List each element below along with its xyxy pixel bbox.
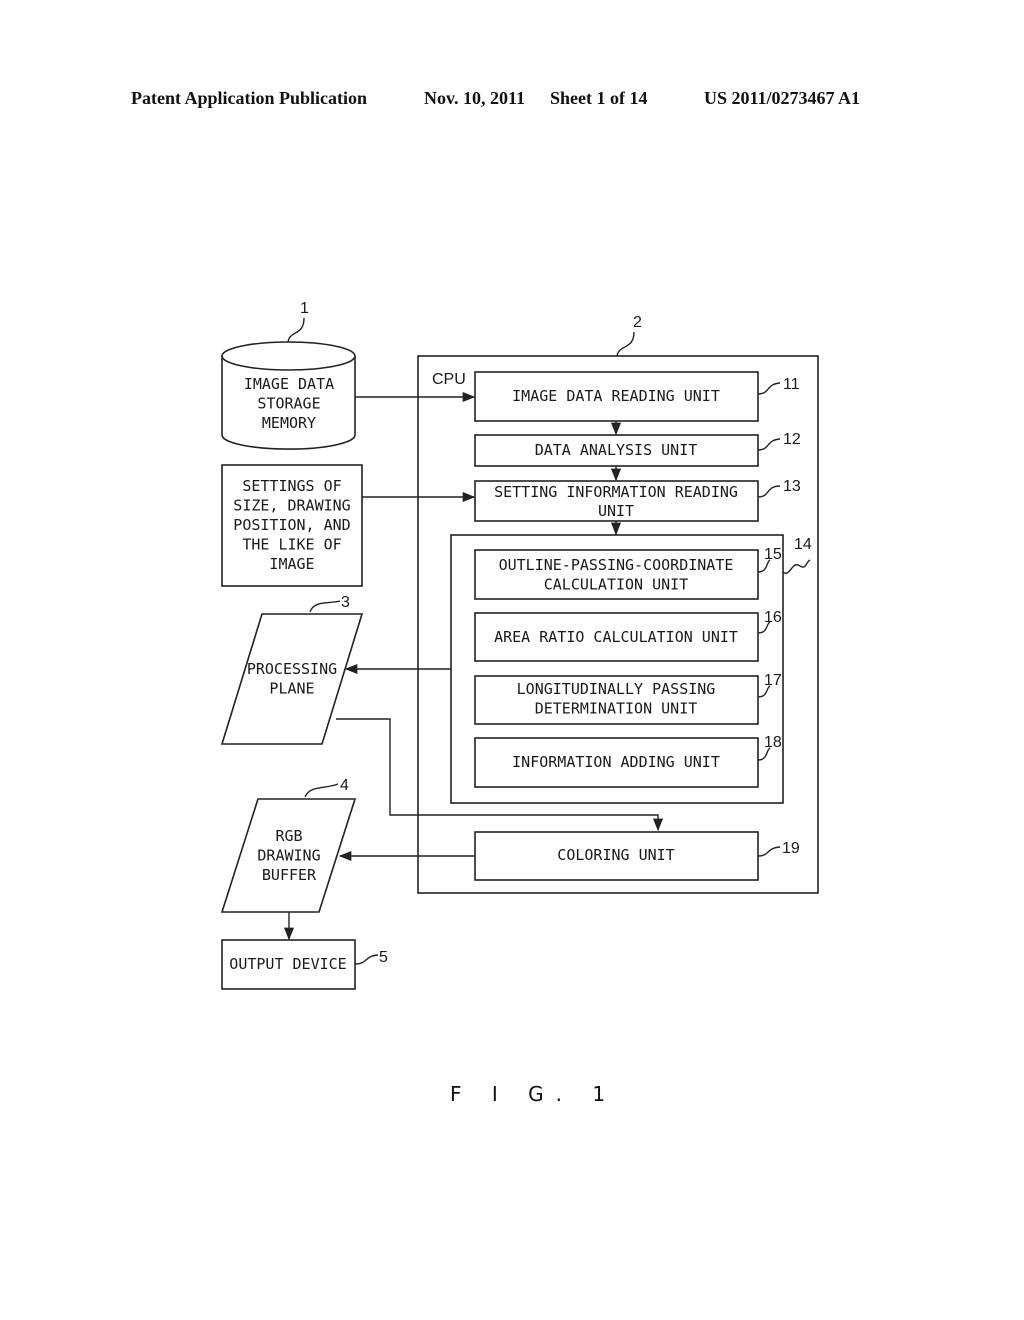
cpu-label: CPU	[432, 371, 466, 388]
ref-14: 14	[794, 536, 812, 553]
ref-3: 3	[341, 594, 350, 611]
processing-plane-label-line: PROCESSING	[247, 660, 337, 678]
outline-unit-label-line: OUTLINE-PASSING-COORDINATE	[499, 556, 734, 574]
rgb-buffer-label-line: DRAWING	[257, 847, 320, 865]
output-device-label-line: OUTPUT DEVICE	[229, 955, 346, 973]
coloring-unit-label-line: COLORING UNIT	[557, 846, 674, 864]
ref-18: 18	[764, 734, 782, 751]
ref-5: 5	[379, 949, 388, 966]
ref-1: 1	[300, 300, 309, 317]
block-diagram: CPU IMAGE DATA STORAGEMEMORY SETTINGS OF S…	[220, 300, 819, 990]
image-data-storage-memory: IMAGE DATA STORAGEMEMORY	[221, 341, 356, 450]
reading-unit-label-line: IMAGE DATA READING UNIT	[512, 387, 720, 405]
outline-unit-label-line: CALCULATION UNIT	[544, 576, 689, 594]
info-adding-unit-label-line: INFORMATION ADDING UNIT	[512, 753, 720, 771]
figure-label: F I G. 1	[450, 1082, 618, 1106]
longitudinal-unit-label-line: DETERMINATION UNIT	[535, 700, 698, 718]
storage-label-line: MEMORY	[262, 414, 316, 432]
storage-label-line: STORAGE	[257, 395, 320, 413]
setting-reading-unit-label-line: UNIT	[598, 502, 634, 520]
settings-label-line: SIZE, DRAWING	[233, 497, 350, 515]
ref-11: 11	[783, 376, 800, 393]
rgb-buffer-label-line: RGB	[275, 827, 302, 845]
settings-label-line: SETTINGS OF	[242, 477, 341, 495]
ref-19: 19	[782, 840, 800, 857]
longitudinal-unit-label-line: LONGITUDINALLY PASSING	[517, 680, 716, 698]
area-ratio-unit-label-line: AREA RATIO CALCULATION UNIT	[494, 628, 738, 646]
storage-label-line: IMAGE DATA	[244, 375, 334, 393]
settings-label-line: POSITION, AND	[233, 516, 350, 534]
setting-reading-unit-label-line: SETTING INFORMATION READING	[494, 483, 738, 501]
ref-4: 4	[340, 777, 349, 794]
processing-plane-label-line: PLANE	[269, 680, 314, 698]
settings-label-line: IMAGE	[269, 555, 314, 573]
settings-label-line: THE LIKE OF	[242, 536, 341, 554]
ref-17: 17	[764, 672, 782, 689]
ref-2: 2	[633, 314, 642, 331]
ref-12: 12	[783, 431, 801, 448]
analysis-unit-label-line: DATA ANALYSIS UNIT	[535, 441, 698, 459]
ref-16: 16	[764, 609, 782, 626]
ref-13: 13	[783, 478, 801, 495]
ref-15: 15	[764, 546, 782, 563]
rgb-buffer-label-line: BUFFER	[262, 866, 317, 884]
